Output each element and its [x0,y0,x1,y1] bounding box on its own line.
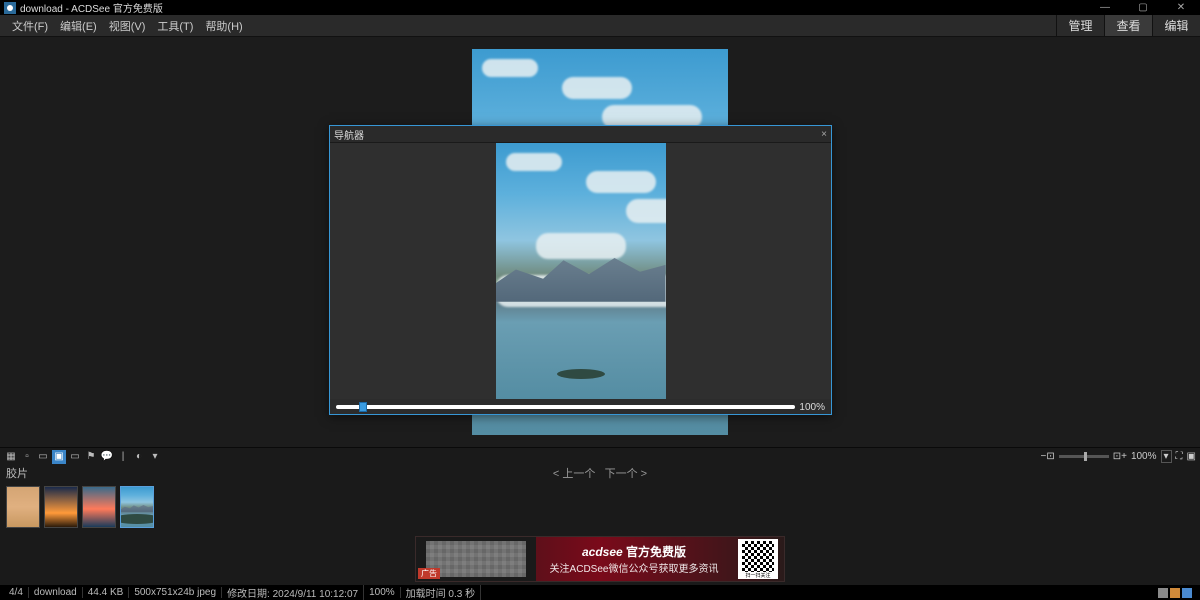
zoom-out-icon[interactable]: −⊡ [1041,451,1055,462]
ad-banner[interactable]: 广告 acdsee 官方免费版 关注ACDSee微信公众号获取更多资讯 扫一扫关… [415,536,785,582]
close-button[interactable]: ✕ [1162,0,1200,15]
ad-row: 广告 acdsee 官方免费版 关注ACDSee微信公众号获取更多资讯 扫一扫关… [0,533,1200,585]
menu-edit[interactable]: 编辑(E) [54,18,103,34]
minimize-button[interactable]: — [1086,0,1124,15]
status-folder: download [29,587,83,598]
viewer-toolbar: ▦ ▫ ▭ ▣ ▭ ⚑ 💬 | ◐ ▾ −⊡ ⊡+ 100% ▾ ⛶ ▣ [0,447,1200,465]
menu-bar: 文件(F) 编辑(E) 视图(V) 工具(T) 帮助(H) 管理 查看 编辑 [0,15,1200,37]
prev-button[interactable]: < 上一个 [553,468,595,480]
status-index: 4/4 [4,587,29,598]
next-button[interactable]: 下一个 > [605,468,647,480]
tool-sep: | [116,450,130,464]
navigator-body[interactable] [330,143,831,399]
status-bar: 4/4 download 44.4 KB 500x751x24b jpeg 修改… [0,585,1200,600]
actual-icon[interactable]: ▣ [1187,451,1196,462]
status-filesize: 44.4 KB [83,587,130,598]
maximize-button[interactable]: ▢ [1124,0,1162,15]
zoom-slider[interactable] [1059,455,1109,458]
ad-subtitle: 关注ACDSee微信公众号获取更多资讯 [536,560,732,575]
status-dimensions: 500x751x24b jpeg [129,587,222,598]
fit-icon[interactable]: ⛶ [1176,451,1183,462]
mode-tab-manage[interactable]: 管理 [1056,15,1104,36]
navigator-titlebar[interactable]: 导航器 × [330,126,831,143]
tool-more-icon[interactable]: ▾ [148,450,162,464]
title-bar: download - ACDSee 官方免费版 — ▢ ✕ [0,0,1200,15]
zoom-value: 100% [1131,451,1157,462]
navigator-zoom-slider[interactable] [336,405,795,409]
tool-pan-icon[interactable]: ▣ [52,450,66,464]
status-loadtime: 加载时间 0.3 秒 [401,585,481,600]
tool-clipboard-icon[interactable]: ▦ [4,450,18,464]
window-title: download - ACDSee 官方免费版 [20,0,1086,15]
menu-view[interactable]: 视图(V) [103,18,152,34]
mode-tab-view[interactable]: 查看 [1104,15,1152,36]
menu-tools[interactable]: 工具(T) [151,18,199,34]
tray-icon-3[interactable] [1182,588,1192,598]
navigator-panel[interactable]: 导航器 × 100% [329,125,832,415]
thumb-4[interactable] [120,486,154,528]
thumb-2[interactable] [44,486,78,528]
navigator-title: 导航器 [334,127,364,142]
tray-icon-1[interactable] [1158,588,1168,598]
tool-flag-icon[interactable]: ⚑ [84,450,98,464]
tool-color-icon[interactable]: ◐ [132,450,146,464]
menu-help[interactable]: 帮助(H) [199,18,248,34]
ad-qr: 扫一扫关注 [738,539,778,579]
slider-thumb[interactable] [359,402,367,412]
filmstrip-label: 胶片 [6,465,28,481]
zoom-dropdown[interactable]: ▾ [1161,450,1172,463]
tool-select-icon[interactable]: ▭ [68,450,82,464]
navigator-zoom-value: 100% [799,402,825,413]
tool-page-icon[interactable]: ▫ [20,450,34,464]
navigator-thumbnail[interactable] [496,143,666,399]
ad-tag: 广告 [418,568,440,579]
status-zoom: 100% [364,587,401,598]
status-modified: 修改日期: 2024/9/11 10:12:07 [222,585,364,600]
ad-title: acdsee 官方免费版 [536,543,732,560]
thumb-1[interactable] [6,486,40,528]
thumb-3[interactable] [82,486,116,528]
zoom-in-icon[interactable]: ⊡+ [1113,451,1127,462]
app-icon [4,2,16,14]
navigator-close-icon[interactable]: × [821,129,827,140]
filmstrip-header: 胶片 < 上一个 下一个 > [0,465,1200,481]
filmstrip [0,481,1200,533]
image-viewer[interactable]: 导航器 × 100% [0,37,1200,447]
mode-tab-edit[interactable]: 编辑 [1152,15,1200,36]
tool-info-icon[interactable]: ▭ [36,450,50,464]
status-tray [1158,588,1196,598]
tool-comment-icon[interactable]: 💬 [100,450,114,464]
tray-icon-2[interactable] [1170,588,1180,598]
menu-file[interactable]: 文件(F) [6,18,54,34]
